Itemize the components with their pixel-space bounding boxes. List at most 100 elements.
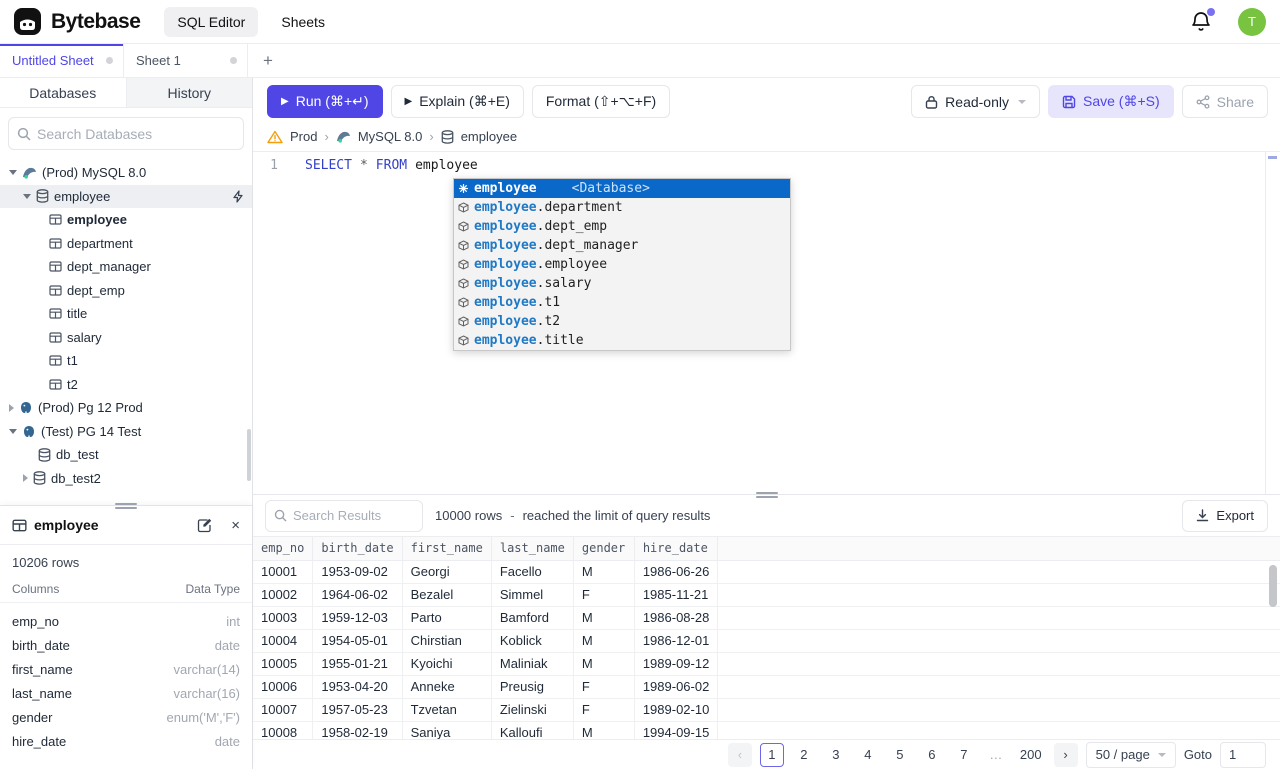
prev-page-button[interactable]: ‹ xyxy=(727,742,752,767)
search-results-input[interactable] xyxy=(293,508,414,523)
column-type: int xyxy=(226,613,240,629)
nav-sql-editor[interactable]: SQL Editor xyxy=(164,6,259,37)
autocomplete-item[interactable]: employee.dept_manager xyxy=(454,236,790,255)
cell: 1953-09-02 xyxy=(312,560,403,584)
editor-minimap[interactable] xyxy=(1265,152,1280,494)
sidebar: Databases History (Prod) MySQL 8.0 xyxy=(0,78,253,769)
tree-item-database-employee[interactable]: employee xyxy=(0,184,252,208)
breadcrumb-database[interactable]: employee xyxy=(461,129,517,144)
autocomplete-item[interactable]: employee.salary xyxy=(454,274,790,293)
tab-history[interactable]: History xyxy=(127,78,253,107)
run-button[interactable]: ▶ Run (⌘+↵) xyxy=(267,85,383,118)
chevron-down-icon[interactable] xyxy=(9,428,17,434)
autocomplete-item[interactable]: employee.t2 xyxy=(454,312,790,331)
tab-untitled-sheet[interactable]: Untitled Sheet xyxy=(0,44,124,77)
chevron-down-icon[interactable] xyxy=(23,193,31,199)
explain-button[interactable]: ▶ Explain (⌘+E) xyxy=(390,85,524,118)
tab-sheet-1[interactable]: Sheet 1 xyxy=(124,44,248,77)
table-header-row: emp_no birth_date first_name last_name g… xyxy=(253,537,1280,561)
mysql-icon xyxy=(22,166,37,179)
panel-resize-handle[interactable] xyxy=(115,501,137,511)
page-2-button[interactable]: 2 xyxy=(792,743,816,767)
readonly-mode-dropdown[interactable]: Read-only xyxy=(911,85,1040,118)
autocomplete-item[interactable]: employee.title xyxy=(454,331,790,350)
results-scrollbar[interactable] xyxy=(1269,565,1277,607)
code-line-1[interactable]: 1 SELECT * FROM employee xyxy=(253,156,1280,175)
autocomplete-item-selected[interactable]: employee <Database> xyxy=(454,179,790,198)
export-button[interactable]: Export xyxy=(1182,499,1268,532)
notifications-button[interactable] xyxy=(1190,7,1215,34)
cell: M xyxy=(573,721,635,739)
page-7-button[interactable]: 7 xyxy=(952,743,976,767)
tree-table-department[interactable]: department xyxy=(0,232,252,256)
tree-item-db-test[interactable]: db_test xyxy=(0,443,252,467)
search-databases-input[interactable] xyxy=(37,125,235,142)
results-resize-handle[interactable] xyxy=(755,490,778,500)
autocomplete-item[interactable]: employee.dept_emp xyxy=(454,217,790,236)
share-button[interactable]: Share xyxy=(1181,85,1268,118)
brand-name[interactable]: Bytebase xyxy=(51,10,141,34)
close-icon[interactable]: × xyxy=(231,518,240,533)
database-suggest-icon xyxy=(458,183,469,194)
next-page-button[interactable]: › xyxy=(1053,742,1078,767)
breadcrumb-instance[interactable]: MySQL 8.0 xyxy=(358,129,423,144)
chevron-right-icon[interactable] xyxy=(23,474,28,483)
page-3-button[interactable]: 3 xyxy=(824,743,848,767)
table-suggest-icon xyxy=(458,202,469,213)
sql-code-editor[interactable]: 1 SELECT * FROM employee employee <Datab… xyxy=(253,152,1280,494)
page-200-button[interactable]: 200 xyxy=(1016,743,1046,767)
format-button[interactable]: Format (⇧+⌥+F) xyxy=(531,85,671,118)
suggestion-suffix: .dept_emp xyxy=(536,219,608,234)
page-1-button[interactable]: 1 xyxy=(759,742,784,767)
chevron-right-icon[interactable] xyxy=(9,403,14,412)
line-number: 1 xyxy=(270,158,278,173)
cell: Preusig xyxy=(491,675,574,699)
breadcrumb-separator: › xyxy=(324,129,329,144)
autocomplete-item[interactable]: employee.t1 xyxy=(454,293,790,312)
cell: Zielinski xyxy=(491,698,574,722)
database-tree: (Prod) MySQL 8.0 employee employee depar… xyxy=(0,159,252,505)
edit-schema-icon[interactable] xyxy=(197,518,212,533)
page-5-button[interactable]: 5 xyxy=(888,743,912,767)
cell: 10006 xyxy=(253,675,314,699)
table-icon xyxy=(49,214,62,225)
bytebase-logo-icon[interactable] xyxy=(14,8,41,35)
tree-item-label: db_test2 xyxy=(51,470,101,486)
database-search[interactable] xyxy=(8,117,244,150)
results-search[interactable] xyxy=(265,499,423,532)
tree-table-salary[interactable]: salary xyxy=(0,326,252,350)
autocomplete-item[interactable]: employee.employee xyxy=(454,255,790,274)
breadcrumb-env[interactable]: Prod xyxy=(290,129,317,144)
app-header: Bytebase SQL Editor Sheets T xyxy=(0,0,1280,44)
tree-table-t1[interactable]: t1 xyxy=(0,349,252,373)
tree-table-dept-emp[interactable]: dept_emp xyxy=(0,279,252,303)
cell: 1955-01-21 xyxy=(312,652,403,676)
goto-page-input[interactable] xyxy=(1220,741,1266,768)
table-row: 10001 1953-09-02 Georgi Facello M 1986-06-26 xyxy=(253,560,1280,584)
tree-item-pg14-instance[interactable]: (Test) PG 14 Test xyxy=(0,420,252,444)
suggestion-suffix: .employee xyxy=(536,257,608,272)
tree-table-t2[interactable]: t2 xyxy=(0,373,252,397)
tree-item-db-test2[interactable]: db_test2 xyxy=(0,467,252,491)
tab-databases[interactable]: Databases xyxy=(0,78,127,107)
tree-item-mysql-instance[interactable]: (Prod) MySQL 8.0 xyxy=(0,161,252,185)
sql-identifier: employee xyxy=(415,158,478,173)
schema-column-list: emp_no int birth_date date first_name va… xyxy=(0,603,252,753)
chevron-down-icon[interactable] xyxy=(9,170,17,176)
autocomplete-item[interactable]: employee.department xyxy=(454,198,790,217)
connect-flash-icon[interactable] xyxy=(232,190,244,203)
cell: Bamford xyxy=(491,606,574,630)
cell-filler xyxy=(717,698,1280,722)
tree-table-title[interactable]: title xyxy=(0,302,252,326)
save-button[interactable]: Save (⌘+S) xyxy=(1048,85,1174,118)
tree-item-pg12-instance[interactable]: (Prod) Pg 12 Prod xyxy=(0,396,252,420)
page-4-button[interactable]: 4 xyxy=(856,743,880,767)
sidebar-scrollbar[interactable] xyxy=(247,429,251,481)
nav-sheets[interactable]: Sheets xyxy=(268,7,338,37)
tree-table-employee[interactable]: employee xyxy=(0,208,252,232)
avatar[interactable]: T xyxy=(1238,7,1266,36)
tree-table-dept-manager[interactable]: dept_manager xyxy=(0,255,252,279)
page-size-select[interactable]: 50 / page xyxy=(1085,741,1176,768)
page-6-button[interactable]: 6 xyxy=(920,743,944,767)
add-sheet-button[interactable]: + xyxy=(248,44,288,77)
